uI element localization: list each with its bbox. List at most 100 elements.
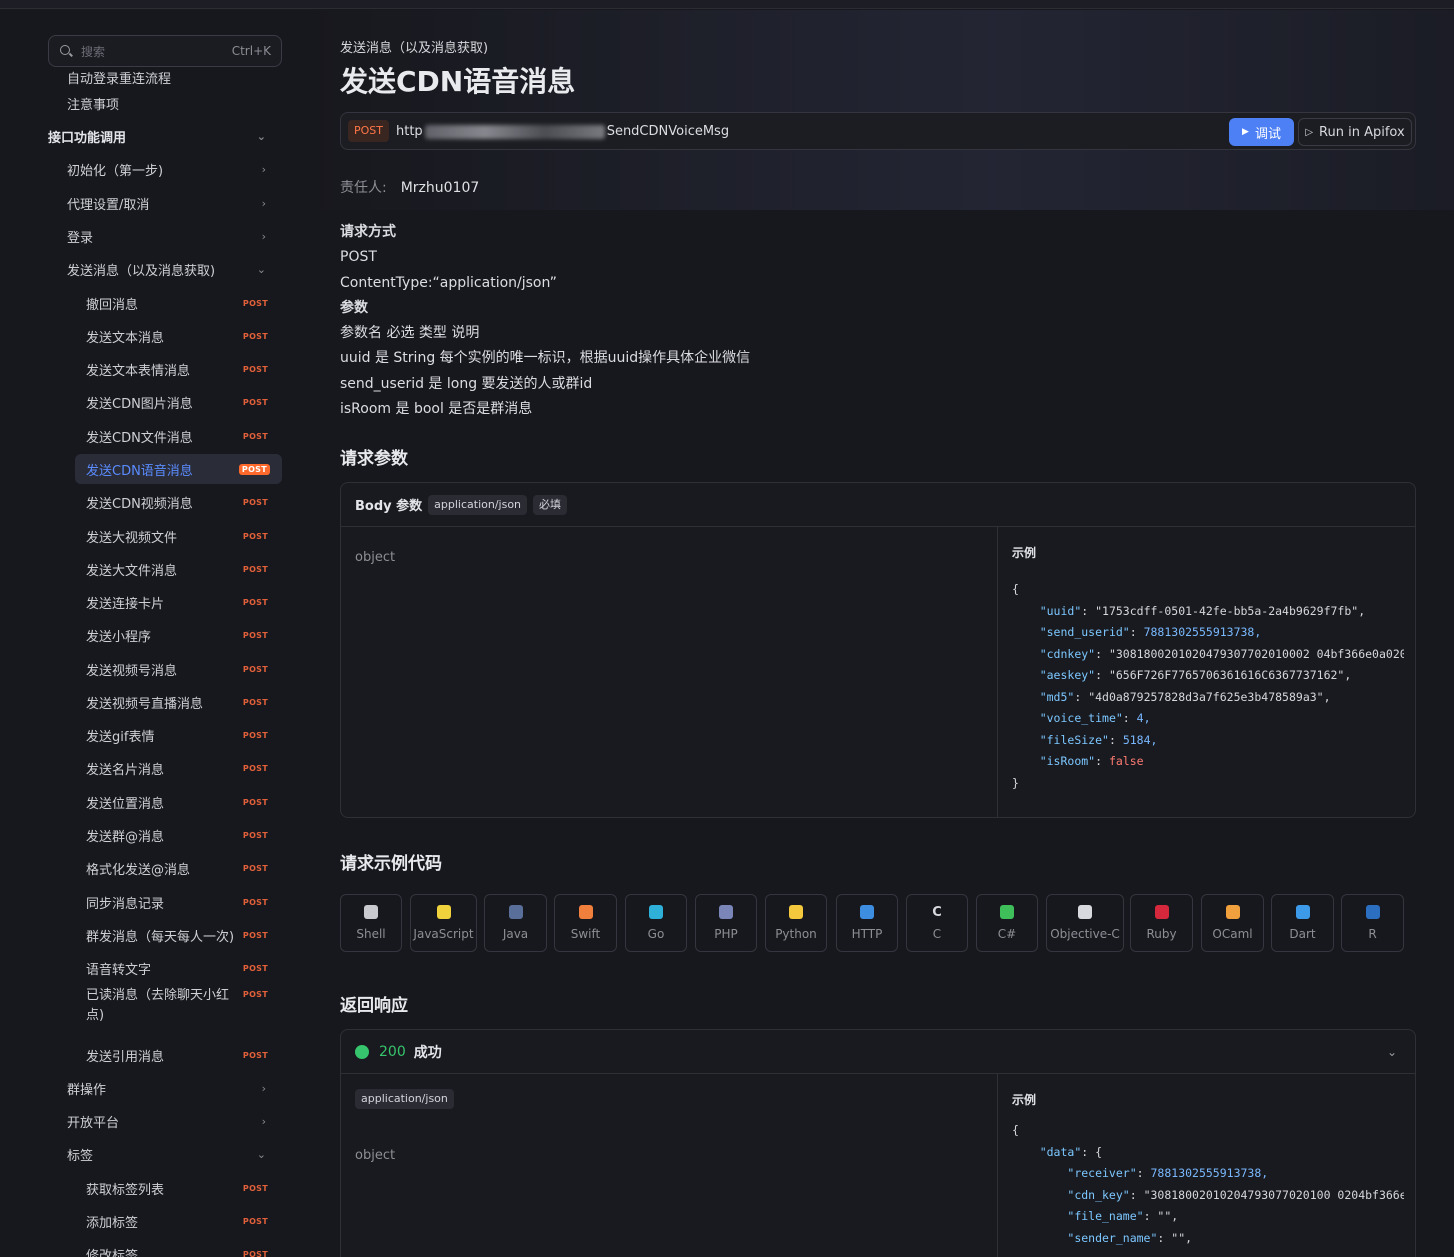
- language-tab[interactable]: OCaml: [1201, 894, 1264, 952]
- post-method-badge: POST: [242, 298, 268, 308]
- language-tab[interactable]: Python: [765, 894, 827, 952]
- chevron-right-icon: ›: [261, 196, 266, 210]
- breadcrumb[interactable]: 发送消息（以及消息获取): [340, 37, 488, 56]
- redacted-host: [424, 124, 605, 139]
- ruby-icon: [1154, 905, 1169, 919]
- sidebar-item-label: 开放平台: [67, 1115, 120, 1131]
- language-label: Swift: [570, 927, 601, 941]
- sidebar-endpoint-item[interactable]: 发送gif表情 POST: [75, 720, 282, 750]
- language-tab[interactable]: Go: [625, 894, 687, 952]
- sidebar-endpoint-item[interactable]: 添加标签 POST: [75, 1206, 282, 1236]
- sidebar-item-label: 初始化（第一步): [67, 163, 164, 179]
- sidebar-endpoint-item[interactable]: 获取标签列表 POST: [75, 1173, 282, 1203]
- sidebar-item-label: 发送CDN语音消息: [86, 463, 193, 479]
- language-tab[interactable]: R: [1341, 894, 1404, 952]
- language-tab[interactable]: Dart: [1271, 894, 1334, 952]
- sidebar-endpoint-item[interactable]: 发送CDN图片消息 POST: [75, 387, 282, 417]
- sidebar-endpoint-item[interactable]: 发送名片消息 POST: [75, 753, 282, 783]
- owner-label: 责任人:: [340, 180, 387, 196]
- language-label: OCaml: [1212, 927, 1253, 941]
- sidebar-endpoint-item[interactable]: 发送视频号消息 POST: [75, 654, 282, 684]
- search-input[interactable]: 搜索 Ctrl+K: [48, 35, 282, 67]
- language-label: C#: [997, 927, 1017, 941]
- sidebar-endpoint-item[interactable]: 发送文本表情消息 POST: [75, 354, 282, 384]
- language-tab[interactable]: Shell: [340, 894, 402, 952]
- sidebar-item[interactable]: 标签 ⌄: [67, 1139, 282, 1169]
- sidebar-endpoint-item[interactable]: 发送视频号直播消息 POST: [75, 687, 282, 717]
- language-tab[interactable]: Swift: [554, 894, 617, 952]
- sidebar-endpoint-item[interactable]: 发送群@消息 POST: [75, 820, 282, 850]
- sidebar-item[interactable]: 初始化（第一步) ›: [67, 154, 282, 184]
- sidebar-endpoint-item[interactable]: 发送CDN文件消息 POST: [75, 421, 282, 451]
- sidebar-endpoint-item[interactable]: 同步消息记录 POST: [75, 887, 282, 917]
- sidebar-item-label: 发送文本消息: [86, 330, 165, 346]
- post-method-badge: POST: [242, 897, 268, 907]
- language-tab[interactable]: PHP: [695, 894, 757, 952]
- sidebar-item-label: 格式化发送@消息: [86, 862, 191, 878]
- sidebar-endpoint-item[interactable]: 发送CDN语音消息 POST: [75, 454, 282, 484]
- sidebar-item[interactable]: 代理设置/取消 ›: [67, 188, 282, 218]
- language-tab[interactable]: HTTP: [836, 894, 898, 952]
- owner-row: 责任人: Mrzhu0107: [340, 177, 479, 197]
- collapse-chevron-icon[interactable]: ⌄: [1387, 1045, 1397, 1059]
- sidebar-endpoint-item[interactable]: 发送CDN视频消息 POST: [75, 487, 282, 517]
- owner-value: Mrzhu0107: [400, 180, 480, 196]
- c-icon: C: [932, 904, 942, 920]
- sidebar-item-label: 发送文本表情消息: [86, 363, 191, 379]
- language-tab[interactable]: Objective-C: [1046, 894, 1124, 952]
- sidebar-endpoint-item[interactable]: 发送小程序 POST: [75, 620, 282, 650]
- sidebar-endpoint-item[interactable]: 群发消息（每天每人一次) POST: [75, 920, 282, 950]
- main-content: 发送消息（以及消息获取) 发送CDN语音消息 POST http SendCDNV…: [340, 10, 1416, 1257]
- sidebar-endpoint-item[interactable]: 发送大视频文件 POST: [75, 521, 282, 551]
- code-line: {: [1012, 582, 1019, 596]
- sidebar-endpoint-item[interactable]: 发送连接卡片 POST: [75, 587, 282, 617]
- sidebar-endpoint-item[interactable]: 发送位置消息 POST: [75, 787, 282, 817]
- run-in-apifox-button[interactable]: ▷ Run in Apifox: [1298, 118, 1412, 146]
- code-line: "isRoom": false: [1039, 754, 1144, 768]
- php-icon: [719, 905, 733, 919]
- endpoint-url[interactable]: http SendCDNVoiceMsg: [396, 113, 729, 151]
- swift-icon: [578, 905, 593, 919]
- r-icon: [1365, 905, 1380, 919]
- response-header[interactable]: 200 成功 ⌄: [341, 1030, 1415, 1074]
- sidebar-endpoint-item[interactable]: 语音转文字 POST: [75, 953, 282, 983]
- post-method-badge: POST: [242, 531, 268, 541]
- language-tab[interactable]: Ruby: [1130, 894, 1193, 952]
- request-example-code[interactable]: { "uuid": "1753cdff-0501-42fe-bb5a-2a4b9…: [1012, 579, 1404, 794]
- sidebar-group[interactable]: 接口功能调用 ⌄: [48, 121, 282, 151]
- post-method-badge: POST: [242, 1050, 268, 1060]
- sidebar-endpoint-item[interactable]: 发送文本消息 POST: [75, 321, 282, 351]
- sidebar-item-label: 发送位置消息: [86, 796, 165, 812]
- sidebar-item-label: 发送CDN图片消息: [86, 396, 193, 412]
- response-example-code[interactable]: { "data": { "receiver": 7881302555913738…: [1012, 1120, 1404, 1249]
- code-line: "cdn_key": "30818002010204793077020100 0…: [1067, 1187, 1404, 1202]
- description-line: ContentType:“application/json”: [340, 274, 557, 291]
- sidebar-item[interactable]: 群操作 ›: [67, 1073, 282, 1103]
- sidebar-item-label: 发送引用消息: [86, 1049, 165, 1065]
- sidebar-item[interactable]: 开放平台 ›: [67, 1106, 282, 1136]
- sidebar-endpoint-item[interactable]: 撤回消息 POST: [75, 288, 282, 318]
- sidebar: 搜索 Ctrl+K 自动登录重连流程 注意事项 接口功能调用 ⌄ 初始化（第一步) › 代理…: [0, 10, 300, 1257]
- page-title: 发送CDN语音消息: [340, 65, 576, 98]
- sidebar-endpoint-item[interactable]: 格式化发送@消息 POST: [75, 853, 282, 883]
- sidebar-endpoint-item[interactable]: 修改标签 POST: [75, 1239, 282, 1257]
- language-tab[interactable]: C#: [976, 894, 1038, 952]
- sidebar-item[interactable]: 登录 ›: [67, 221, 282, 251]
- response-object-type: object: [355, 1148, 396, 1163]
- post-method-badge: POST: [238, 463, 270, 475]
- debug-button[interactable]: ▶ 调试: [1229, 118, 1294, 146]
- sidebar-item-label: 同步消息记录: [86, 896, 165, 912]
- sidebar-endpoint-item[interactable]: 发送引用消息 POST: [75, 1040, 282, 1070]
- panel-divider: [997, 527, 998, 817]
- code-line: }: [1012, 775, 1019, 790]
- language-tab[interactable]: JavaScript: [410, 894, 477, 952]
- description-line: isRoom 是 bool 是否是群消息: [340, 401, 533, 418]
- sidebar-endpoint-item[interactable]: 发送大文件消息 POST: [75, 554, 282, 584]
- sidebar-item[interactable]: 注意事项: [67, 88, 282, 118]
- sidebar-endpoint-item[interactable]: 已读消息（去除聊天小红 点) POST: [75, 986, 282, 1030]
- language-label: Shell: [356, 927, 386, 941]
- language-tab[interactable]: Java: [484, 894, 547, 952]
- language-tab[interactable]: CC: [906, 894, 968, 952]
- sidebar-item[interactable]: 发送消息（以及消息获取) ⌄: [67, 254, 282, 284]
- description-line: send_userid 是 long 要发送的人或群id: [340, 375, 593, 392]
